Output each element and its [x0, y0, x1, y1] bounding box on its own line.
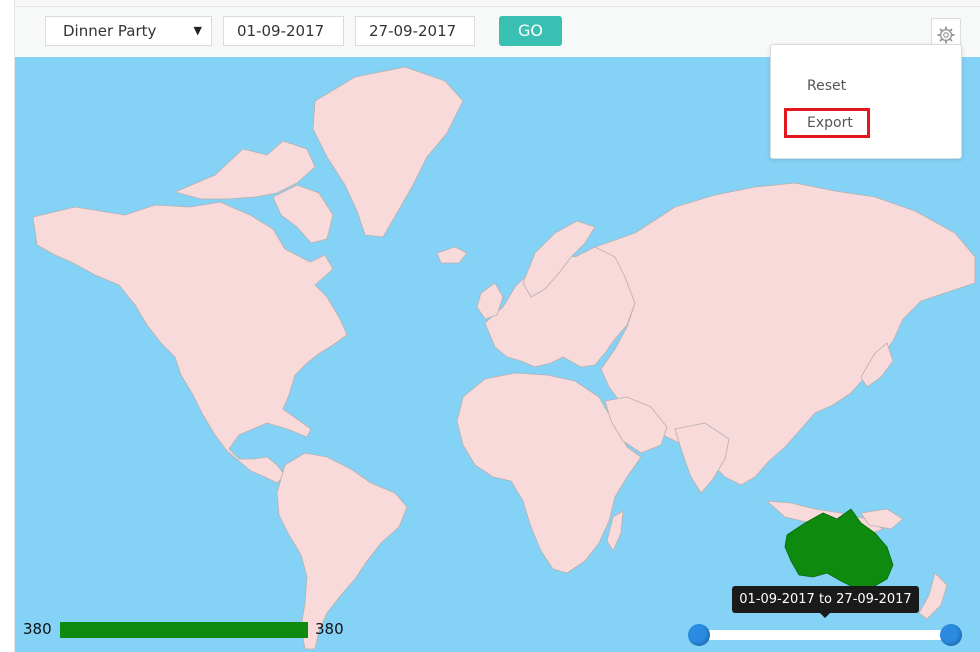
start-date-input[interactable]: 01-09-2017 — [223, 16, 344, 46]
legend-max-value: 380 — [315, 620, 344, 638]
date-range-tooltip: 01-09-2017 to 27-09-2017 — [732, 586, 919, 618]
gear-icon — [937, 26, 955, 44]
event-type-value: Dinner Party — [63, 22, 157, 40]
dropdown-arrow-icon: ▼ — [193, 24, 202, 37]
legend-color-bar — [60, 622, 308, 638]
legend-min-value: 380 — [23, 620, 52, 638]
go-button[interactable]: GO — [499, 16, 562, 46]
date-range-slider-track[interactable] — [701, 630, 951, 640]
event-type-select[interactable]: Dinner Party ▼ — [45, 16, 212, 46]
indian-subcontinent — [674, 422, 730, 494]
reset-menu-item[interactable]: Reset — [807, 78, 846, 94]
tooltip-pointer — [820, 613, 830, 618]
iceland — [436, 246, 468, 264]
date-range-tooltip-text: 01-09-2017 to 27-09-2017 — [739, 592, 912, 607]
greenland — [312, 66, 464, 238]
export-menu-item[interactable]: Export — [784, 108, 870, 138]
slider-end-handle[interactable] — [940, 624, 962, 646]
settings-menu: Reset Export — [770, 44, 962, 159]
slider-start-handle[interactable] — [688, 624, 710, 646]
baffin-island — [272, 184, 334, 244]
new-zealand — [918, 572, 948, 620]
map-widget: Dinner Party ▼ 01-09-2017 27-09-2017 GO — [14, 0, 980, 652]
end-date-input[interactable]: 27-09-2017 — [355, 16, 475, 46]
north-america-landmass[interactable] — [32, 201, 348, 484]
